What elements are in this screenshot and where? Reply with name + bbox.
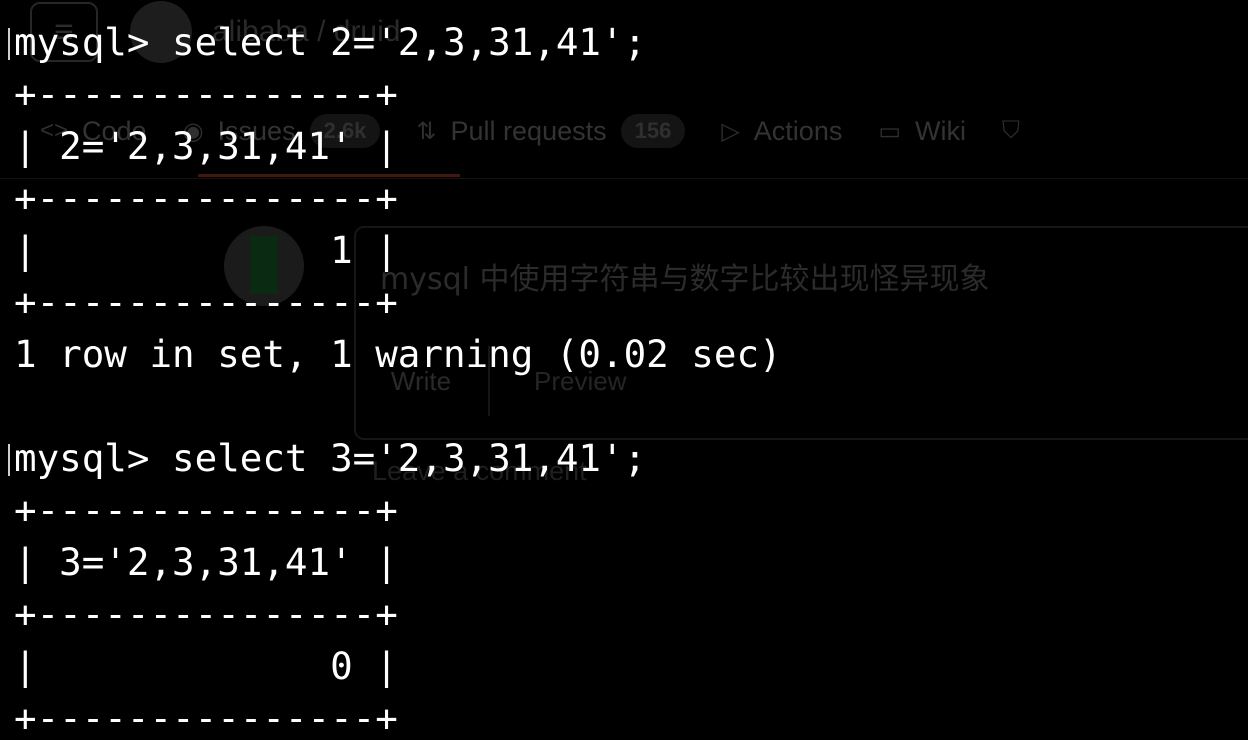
table-border: +---------------+ bbox=[14, 72, 398, 116]
prompt-marker bbox=[8, 444, 10, 476]
table-row: | 0 | bbox=[14, 644, 398, 688]
table-border: +---------------+ bbox=[14, 488, 398, 532]
table-border: +---------------+ bbox=[14, 696, 398, 740]
result-status: 1 row in set, 1 warning (0.02 sec) bbox=[14, 332, 782, 376]
table-border: +---------------+ bbox=[14, 280, 398, 324]
prompt-line: mysql> select 2='2,3,31,41'; bbox=[14, 20, 647, 64]
prompt-line: mysql> select 3='2,3,31,41'; bbox=[14, 436, 647, 480]
table-header: | 3='2,3,31,41' | bbox=[14, 540, 398, 584]
table-header: | 2='2,3,31,41' | bbox=[14, 124, 398, 168]
screen: ≡ alibaba / druid <> Code ◉ Issues 2.6k … bbox=[0, 0, 1248, 740]
terminal-output[interactable]: mysql> select 2='2,3,31,41'; +----------… bbox=[0, 0, 1248, 740]
table-border: +---------------+ bbox=[14, 592, 398, 636]
table-row: | 1 | bbox=[14, 228, 398, 272]
prompt-marker bbox=[8, 28, 10, 60]
table-border: +---------------+ bbox=[14, 176, 398, 220]
